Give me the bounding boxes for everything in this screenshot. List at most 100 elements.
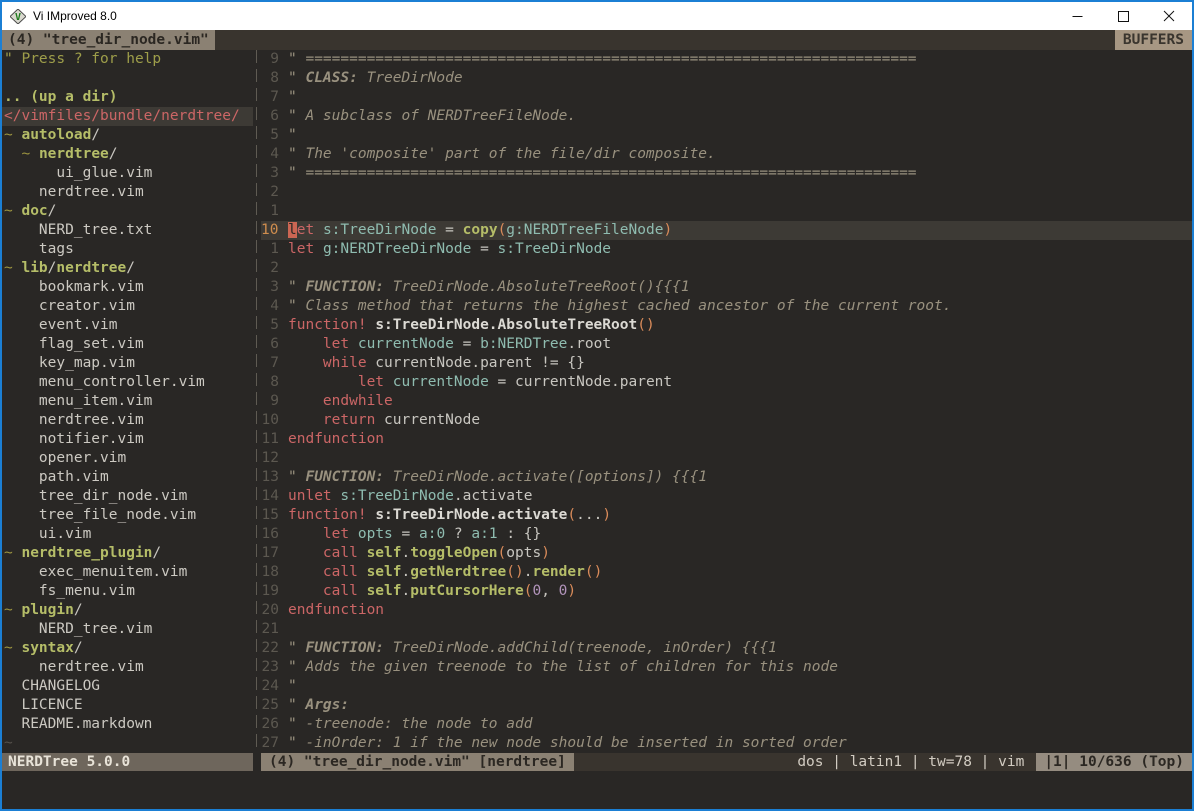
tree-row[interactable]: " Press ? for help [2, 50, 253, 69]
code-line[interactable]: 27" -inOrder: 1 if the new node should b… [261, 734, 1192, 753]
tree-row[interactable]: </vimfiles/bundle/nerdtree/ [2, 107, 253, 126]
code-area[interactable]: 9" =====================================… [261, 50, 1192, 753]
code-line[interactable]: 8 let currentNode = currentNode.parent [261, 373, 1192, 392]
maximize-button[interactable] [1100, 2, 1146, 30]
code-segment: lib [21, 260, 47, 276]
code-line[interactable]: 23" Adds the given treenode to the list … [261, 658, 1192, 677]
nerdtree-sidebar[interactable]: " Press ? for help .. (up a dir)</vimfile… [2, 50, 253, 753]
tree-row[interactable]: tree_dir_node.vim [2, 487, 253, 506]
code-line[interactable]: 6 let currentNode = b:NERDTree.root [261, 335, 1192, 354]
code-segment: CLASS: [305, 70, 357, 86]
code-segment: ~ [4, 127, 21, 143]
buffer-tab[interactable]: (4) "tree_dir_node.vim" [2, 30, 215, 50]
code-line[interactable]: 16 let opts = a:0 ? a:1 : {} [261, 525, 1192, 544]
code-line[interactable]: 18 call self.getNerdtree().render() [261, 563, 1192, 582]
code-line[interactable]: 7" [261, 88, 1192, 107]
code-segment: notifier.vim [4, 431, 144, 447]
tree-row[interactable]: ~ autoload/ [2, 126, 253, 145]
code-text: " FUNCTION: TreeDirNode.activate([option… [288, 468, 707, 487]
tree-row[interactable]: notifier.vim [2, 430, 253, 449]
code-line[interactable]: 24" [261, 677, 1192, 696]
line-number: 4 [261, 145, 279, 164]
code-line[interactable]: 12 [261, 449, 1192, 468]
code-segment: : {} [498, 526, 542, 542]
code-line[interactable]: 3" =====================================… [261, 164, 1192, 183]
tree-row[interactable]: nerdtree.vim [2, 658, 253, 677]
tree-row[interactable]: LICENCE [2, 696, 253, 715]
code-segment [367, 507, 376, 523]
status-filename: (4) "tree_dir_node.vim" [nerdtree] [261, 753, 574, 771]
code-line[interactable]: 25" Args: [261, 696, 1192, 715]
code-line[interactable]: 21 [261, 620, 1192, 639]
code-line[interactable]: 20endfunction [261, 601, 1192, 620]
code-segment: 0 [532, 583, 541, 599]
code-line[interactable]: 11endfunction [261, 430, 1192, 449]
titlebar[interactable]: V Vi IMproved 8.0 [2, 2, 1192, 30]
tree-row[interactable]: menu_controller.vim [2, 373, 253, 392]
code-line[interactable]: 4" Class method that returns the highest… [261, 297, 1192, 316]
tree-row[interactable]: ~ [2, 734, 253, 753]
tree-row[interactable] [2, 69, 253, 88]
tree-row[interactable]: path.vim [2, 468, 253, 487]
tree-row[interactable]: menu_item.vim [2, 392, 253, 411]
tree-row[interactable]: NERD_tree.txt [2, 221, 253, 240]
code-line[interactable]: 22" FUNCTION: TreeDirNode.addChild(treen… [261, 639, 1192, 658]
status-fileinfo: dos | latin1 | tw=78 | vim [797, 753, 1036, 771]
code-line[interactable]: 4" The 'composite' part of the file/dir … [261, 145, 1192, 164]
code-segment: path.vim [4, 469, 109, 485]
code-segment: endfunction [288, 602, 384, 618]
tree-row[interactable]: ~ nerdtree/ [2, 145, 253, 164]
vim-icon[interactable]: V [10, 9, 26, 24]
code-segment: ( [567, 507, 576, 523]
tree-row[interactable]: CHANGELOG [2, 677, 253, 696]
tree-row[interactable]: fs_menu.vim [2, 582, 253, 601]
code-line[interactable]: 15function! s:TreeDirNode.activate(...) [261, 506, 1192, 525]
code-line[interactable]: 7 while currentNode.parent != {} [261, 354, 1192, 373]
tree-row[interactable]: ~ plugin/ [2, 601, 253, 620]
tree-row[interactable]: tags [2, 240, 253, 259]
code-line[interactable]: 26" -treenode: the node to add [261, 715, 1192, 734]
code-line[interactable]: 14unlet s:TreeDirNode.activate [261, 487, 1192, 506]
code-line[interactable]: 13" FUNCTION: TreeDirNode.activate([opti… [261, 468, 1192, 487]
code-line[interactable]: 10let s:TreeDirNode = copy(g:NERDTreeFil… [261, 221, 1192, 240]
code-line[interactable]: 9" =====================================… [261, 50, 1192, 69]
code-line[interactable]: 5function! s:TreeDirNode.AbsoluteTreeRoo… [261, 316, 1192, 335]
command-line[interactable] [2, 771, 1192, 809]
code-line[interactable]: 2 [261, 183, 1192, 202]
tree-row[interactable]: flag_set.vim [2, 335, 253, 354]
tree-row[interactable]: ~ nerdtree_plugin/ [2, 544, 253, 563]
tree-row[interactable]: key_map.vim [2, 354, 253, 373]
tree-row[interactable]: .. (up a dir) [2, 88, 253, 107]
tree-row[interactable]: tree_file_node.vim [2, 506, 253, 525]
tree-row[interactable]: ui_glue.vim [2, 164, 253, 183]
tree-row[interactable]: creator.vim [2, 297, 253, 316]
tree-row[interactable]: nerdtree.vim [2, 183, 253, 202]
tree-row[interactable]: ui.vim [2, 525, 253, 544]
tree-row[interactable]: nerdtree.vim [2, 411, 253, 430]
code-line[interactable]: 6" A subclass of NERDTreeFileNode. [261, 107, 1192, 126]
code-line[interactable]: 5" [261, 126, 1192, 145]
line-number: 2 [261, 259, 279, 278]
code-line[interactable]: 3" FUNCTION: TreeDirNode.AbsoluteTreeRoo… [261, 278, 1192, 297]
minimize-button[interactable] [1054, 2, 1100, 30]
tree-row[interactable]: ~ syntax/ [2, 639, 253, 658]
tree-row[interactable]: bookmark.vim [2, 278, 253, 297]
code-line[interactable]: 1let g:NERDTreeDirNode = s:TreeDirNode [261, 240, 1192, 259]
tree-row[interactable]: event.vim [2, 316, 253, 335]
window-separator[interactable] [253, 50, 261, 753]
code-line[interactable]: 19 call self.putCursorHere(0, 0) [261, 582, 1192, 601]
code-line[interactable]: 1 [261, 202, 1192, 221]
code-line[interactable]: 9 endwhile [261, 392, 1192, 411]
tree-row[interactable]: ~ doc/ [2, 202, 253, 221]
tree-row[interactable]: exec_menuitem.vim [2, 563, 253, 582]
close-button[interactable] [1146, 2, 1192, 30]
code-segment: opts [358, 526, 393, 542]
code-line[interactable]: 17 call self.toggleOpen(opts) [261, 544, 1192, 563]
tree-row[interactable]: NERD_tree.vim [2, 620, 253, 639]
tree-row[interactable]: opener.vim [2, 449, 253, 468]
tree-row[interactable]: README.markdown [2, 715, 253, 734]
code-line[interactable]: 10 return currentNode [261, 411, 1192, 430]
code-line[interactable]: 8" CLASS: TreeDirNode [261, 69, 1192, 88]
code-line[interactable]: 2 [261, 259, 1192, 278]
tree-row[interactable]: ~ lib/nerdtree/ [2, 259, 253, 278]
